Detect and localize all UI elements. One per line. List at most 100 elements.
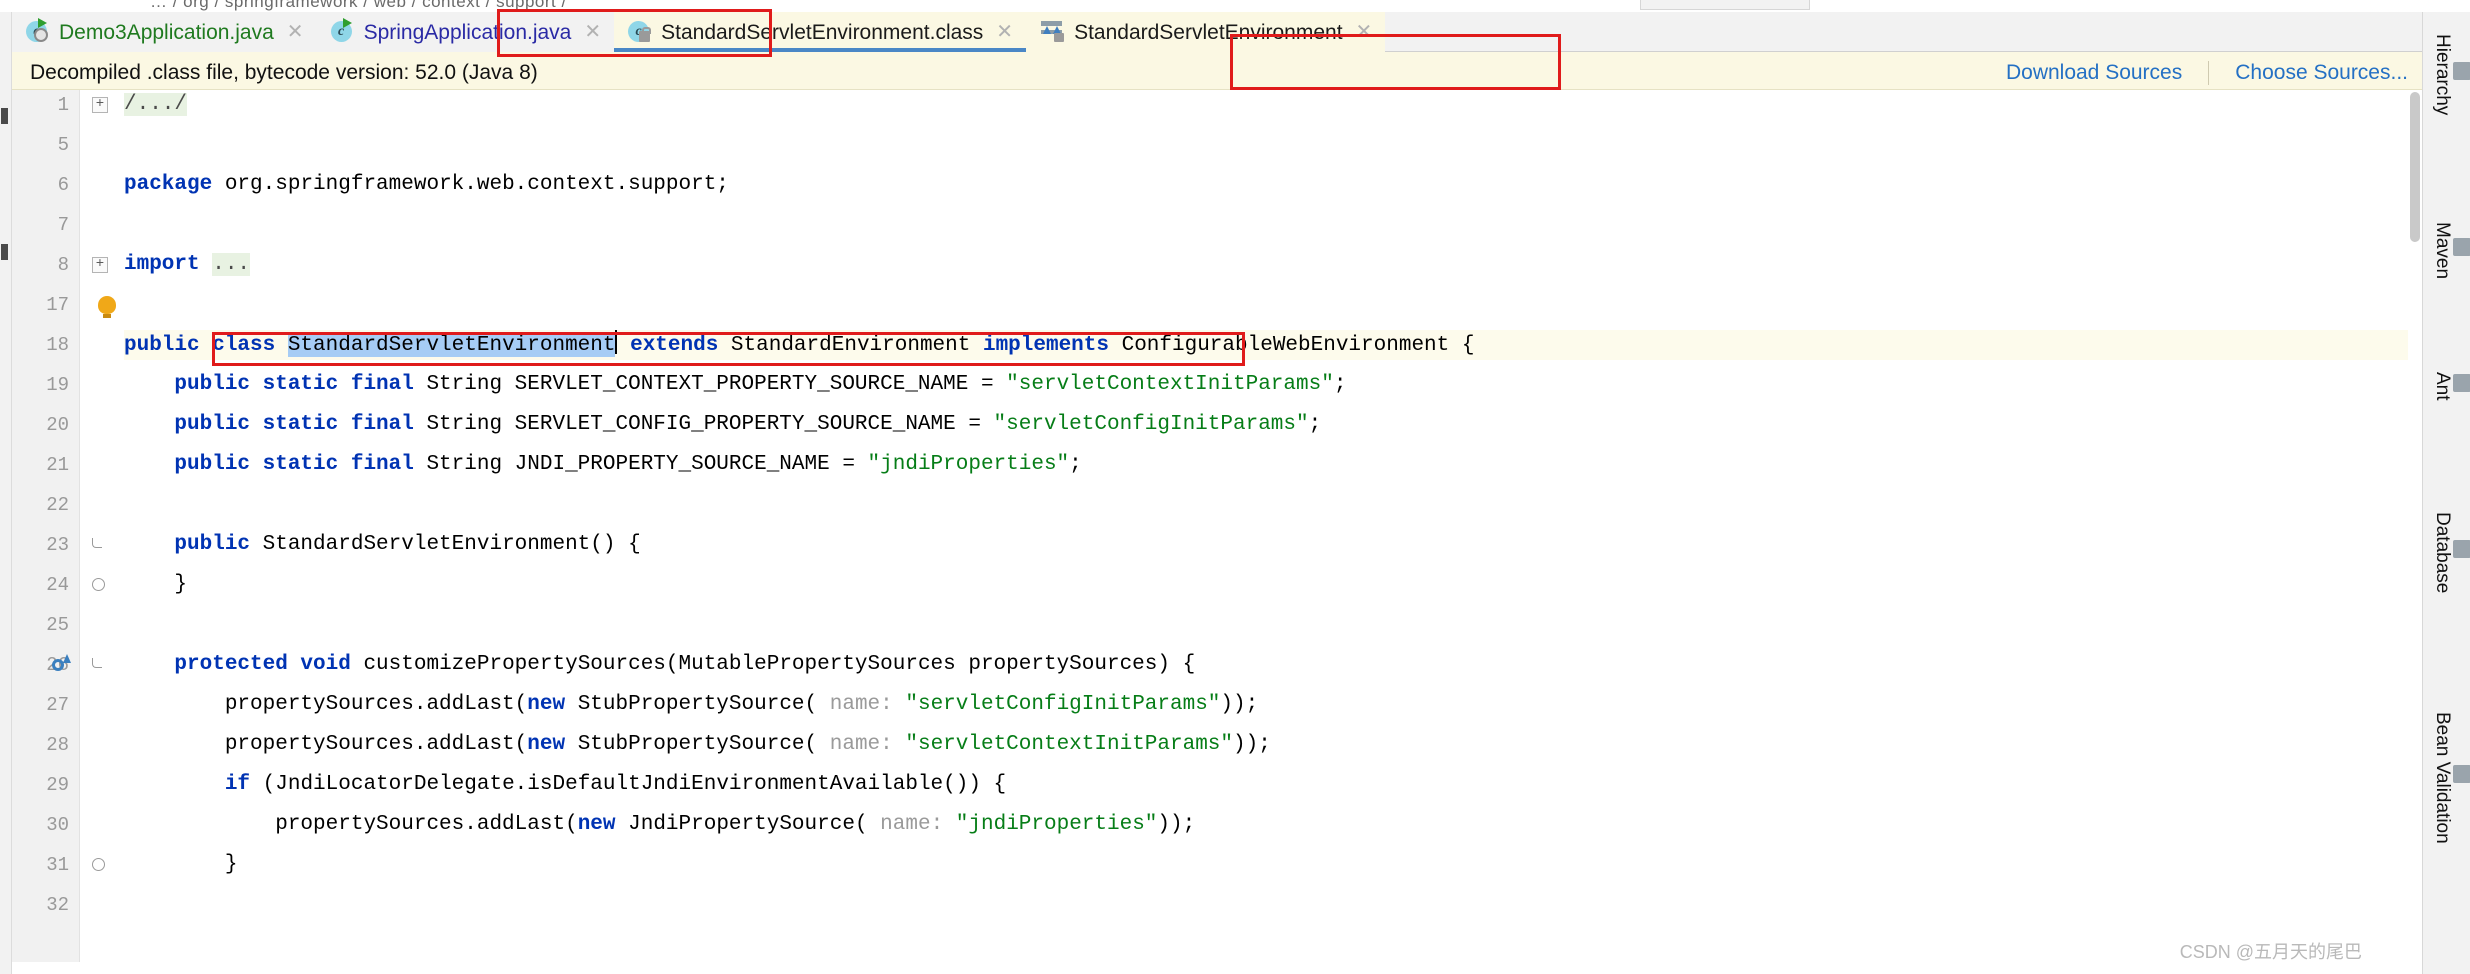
gutter-row[interactable]: 1	[12, 90, 79, 120]
gutter-row[interactable]: 24	[12, 570, 79, 600]
code-line[interactable]: import ...	[124, 250, 2422, 280]
code-line[interactable]	[124, 490, 2422, 520]
fold-region-end-icon[interactable]	[92, 578, 105, 591]
editor-horizontal-scrollbar[interactable]	[12, 962, 2422, 974]
code-token: String JNDI_PROPERTY_SOURCE_NAME =	[426, 453, 868, 476]
code-folding-column[interactable]: + +	[52, 90, 124, 974]
intention-bulb-icon[interactable]	[98, 296, 116, 318]
code-content[interactable]: /.../ package org.springframework.web.con…	[124, 90, 2422, 974]
scrollbar-thumb[interactable]	[2410, 92, 2420, 242]
fold-expand-icon[interactable]: +	[92, 97, 108, 113]
tool-window-button-maven[interactable]: Maven	[2423, 222, 2470, 279]
line-number: 29	[46, 774, 69, 796]
close-icon[interactable]: ✕	[992, 22, 1013, 42]
code-line[interactable]	[124, 210, 2422, 240]
code-editor[interactable]: 1 5 6 7 8 17 18 19 20 21 22 23 24 25 26 27 28 29 30 31 32 + +…	[12, 90, 2422, 974]
search-everywhere-field[interactable]	[1640, 0, 1810, 10]
code-token: "servletContextInitParams"	[1006, 373, 1334, 396]
code-token: new	[527, 693, 578, 716]
code-line[interactable]: }	[124, 850, 2422, 880]
code-line-text: propertySources.addLast(new JndiProperty…	[124, 810, 1195, 840]
gutter-row[interactable]: 6	[12, 170, 79, 200]
code-token: "jndiProperties"	[867, 453, 1070, 476]
gutter-row[interactable]: 31	[12, 850, 79, 880]
tool-window-button-bean-validation[interactable]: Bean Validation	[2423, 712, 2470, 844]
code-line[interactable]: propertySources.addLast(new StubProperty…	[124, 690, 2422, 720]
code-line-text: import ...	[124, 250, 251, 280]
fold-region-start-icon[interactable]	[92, 538, 102, 548]
line-number: 17	[46, 294, 69, 316]
code-line[interactable]: public StandardServletEnvironment() {	[124, 530, 2422, 560]
code-token: extends	[630, 334, 731, 357]
gutter-row[interactable]: 19	[12, 370, 79, 400]
editor-vertical-scrollbar[interactable]	[2408, 90, 2422, 974]
code-line[interactable]: public static final String SERVLET_CONFI…	[124, 410, 2422, 440]
code-line-text: public static final String SERVLET_CONTE…	[124, 370, 1346, 400]
code-line[interactable]: propertySources.addLast(new JndiProperty…	[124, 810, 2422, 840]
code-line[interactable]: public static final String SERVLET_CONTE…	[124, 370, 2422, 400]
fold-region-start-icon[interactable]	[92, 658, 102, 668]
code-line[interactable]	[124, 130, 2422, 160]
gutter-row[interactable]: 22	[12, 490, 79, 520]
code-line[interactable]: if (JndiLocatorDelegate.isDefaultJndiEnv…	[124, 770, 2422, 800]
code-token: ...	[212, 253, 251, 276]
maven-icon	[2453, 238, 2470, 257]
code-line[interactable]	[124, 290, 2422, 320]
gutter-row[interactable]: 25	[12, 610, 79, 640]
tool-window-button-database[interactable]: Database	[2423, 512, 2470, 593]
code-line-text: protected void customizePropertySources(…	[124, 650, 1195, 680]
code-line[interactable]: }	[124, 570, 2422, 600]
gutter-row[interactable]: 7	[12, 210, 79, 240]
gutter-row[interactable]: 18	[12, 330, 79, 360]
code-line[interactable]: package org.springframework.web.context.…	[124, 170, 2422, 200]
editor-tab-bar[interactable]: c Demo3Application.java ✕ c SpringApplicatio…	[12, 12, 2458, 52]
code-line[interactable]: public class StandardServletEnvironment …	[124, 330, 2422, 360]
gutter-row[interactable]: 21	[12, 450, 79, 480]
code-line[interactable]: propertySources.addLast(new StubProperty…	[124, 730, 2422, 760]
code-line[interactable]: /.../	[124, 90, 2422, 120]
gutter-row[interactable]: 29	[12, 770, 79, 800]
gutter-row[interactable]: 32	[12, 890, 79, 920]
toolbar-icons[interactable]	[2270, 0, 2390, 10]
tool-window-button-ant[interactable]: Ant	[2423, 372, 2470, 401]
fold-region-end-icon[interactable]	[92, 858, 105, 871]
line-number: 25	[46, 614, 69, 636]
gutter-row[interactable]: 23	[12, 530, 79, 560]
gutter-row[interactable]: 27	[12, 690, 79, 720]
gutter-row[interactable]: 8	[12, 250, 79, 280]
code-token: name:	[880, 813, 956, 836]
gutter-row[interactable]: 28	[12, 730, 79, 760]
gutter-row[interactable]: 30	[12, 810, 79, 840]
editor-tab-3[interactable]: StandardServletEnvironment ✕	[1026, 12, 1386, 52]
gutter-row[interactable]: 5	[12, 130, 79, 160]
code-line-text: }	[124, 850, 238, 880]
fold-expand-icon[interactable]: +	[92, 257, 108, 273]
gutter-row[interactable]: 20	[12, 410, 79, 440]
code-token: ));	[1157, 813, 1196, 836]
choose-sources-link[interactable]: Choose Sources...	[2209, 61, 2434, 85]
banner-actions[interactable]: Download Sources Choose Sources...	[1980, 61, 2434, 85]
gutter-row[interactable]: 17	[12, 290, 79, 320]
ant-icon	[2453, 373, 2470, 392]
code-line[interactable]: public static final String JNDI_PROPERTY…	[124, 450, 2422, 480]
right-tool-window-strip[interactable]: Hierarchy Maven Ant Database Bean Validation	[2422, 12, 2470, 974]
line-number: 21	[46, 454, 69, 476]
code-line[interactable]	[124, 890, 2422, 920]
code-token: propertySources.addLast(	[124, 693, 528, 716]
spring-bean-gutter-icon[interactable]	[52, 654, 72, 675]
editor-tab-0[interactable]: c Demo3Application.java ✕	[12, 12, 317, 52]
close-icon[interactable]: ✕	[283, 22, 304, 42]
close-icon[interactable]: ✕	[1352, 22, 1373, 42]
download-sources-link[interactable]: Download Sources	[1980, 61, 2208, 85]
code-token: "servletConfigInitParams"	[993, 413, 1309, 436]
editor-tab-1[interactable]: c SpringApplication.java ✕	[316, 12, 615, 52]
close-icon[interactable]: ✕	[580, 22, 601, 42]
tool-window-button-hierarchy[interactable]: Hierarchy	[2423, 34, 2470, 115]
line-number-gutter[interactable]: 1 5 6 7 8 17 18 19 20 21 22 23 24 25 26 27 28 29 30 31 32	[12, 90, 80, 974]
code-line[interactable]: protected void customizePropertySources(…	[124, 650, 2422, 680]
intellij-window: … / org / springframework / web / contex…	[0, 0, 2470, 974]
code-token: implements	[982, 334, 1122, 357]
editor-tab-2[interactable]: c StandardServletEnvironment.class ✕	[614, 12, 1027, 52]
code-token: ;	[1069, 453, 1082, 476]
code-line[interactable]	[124, 610, 2422, 640]
